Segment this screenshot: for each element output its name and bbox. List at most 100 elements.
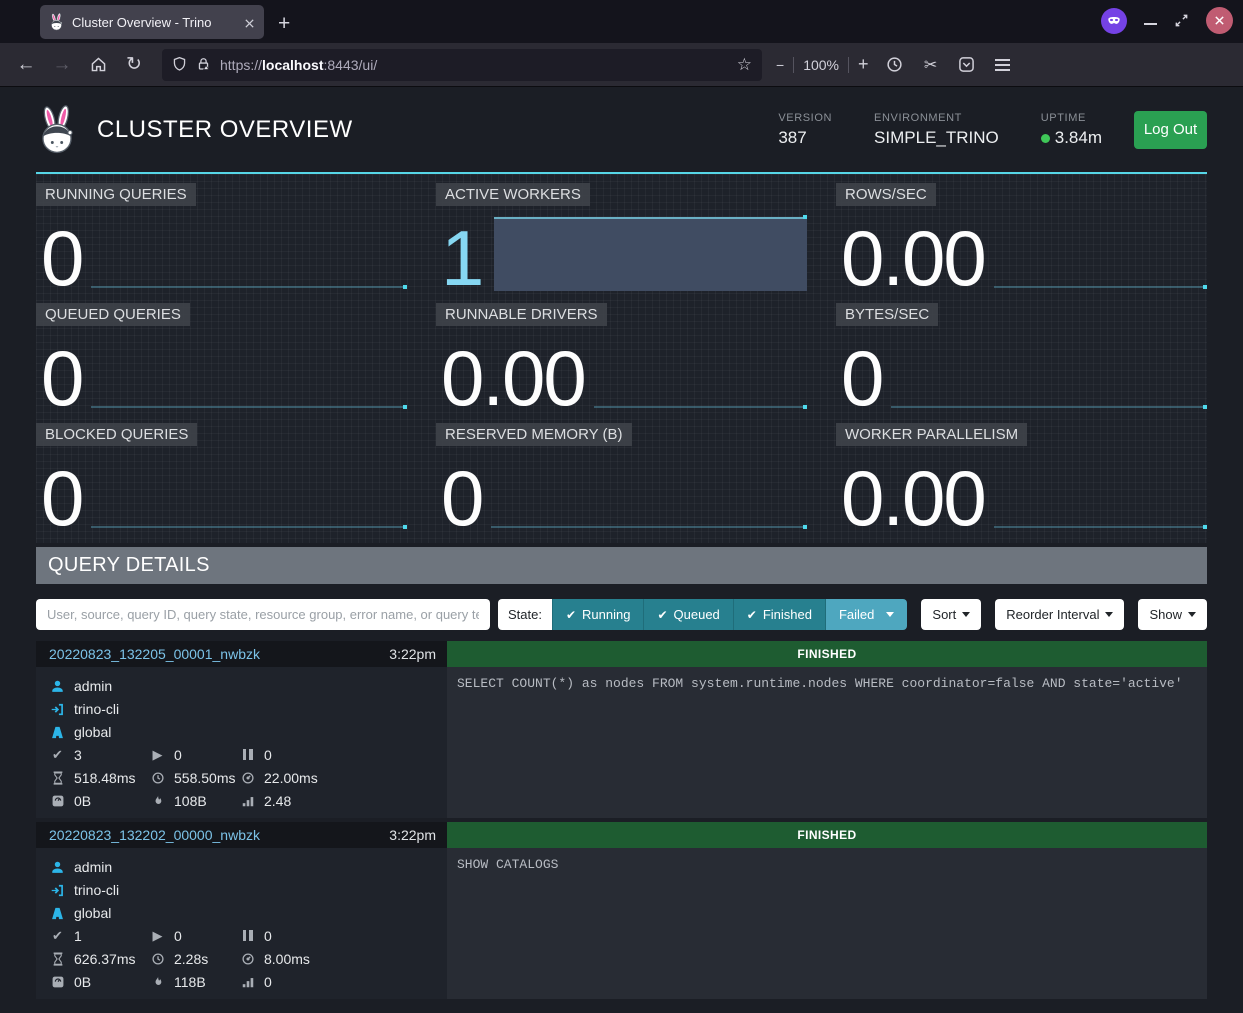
- screenshot-extension-icon[interactable]: ✂: [915, 50, 947, 80]
- trino-favicon: [49, 13, 64, 31]
- window-controls: [1101, 7, 1233, 34]
- environment-value: SIMPLE_TRINO: [874, 128, 999, 148]
- query-id-link[interactable]: 20220823_132202_00000_nwbzk: [49, 827, 260, 843]
- query-sql-text: SHOW CATALOGS: [447, 848, 1207, 999]
- forward-icon[interactable]: →: [46, 50, 78, 80]
- query-time: 3:22pm: [389, 646, 436, 662]
- query-details-header: QUERY DETAILS: [36, 547, 1207, 584]
- uptime-value: 3.84m: [1041, 128, 1102, 148]
- queued-splits-icon: [240, 749, 255, 760]
- query-row: 20220823_132202_00000_nwbzk 3:22pm FINIS…: [36, 822, 1207, 999]
- resource-group-icon: [50, 723, 65, 739]
- chevron-down-icon: [1188, 612, 1196, 617]
- metric-rows-sec: 0.00 ROWS/SEC: [836, 183, 1207, 293]
- elapsed-time-icon: [150, 951, 165, 967]
- query-time: 3:22pm: [389, 827, 436, 843]
- metric-bytes-sec: 0 BYTES/SEC: [836, 303, 1207, 413]
- sparkline: [91, 526, 407, 528]
- minimize-button[interactable]: [1144, 12, 1157, 30]
- queued-time-icon: [50, 770, 65, 786]
- private-browsing-icon: [1101, 8, 1127, 34]
- chevron-down-icon: [1105, 612, 1113, 617]
- metric-active-workers: 1 ACTIVE WORKERS: [436, 183, 807, 293]
- app-header: CLUSTER OVERVIEW VERSION 387 ENVIRONMENT…: [36, 87, 1207, 174]
- query-sql-text: SELECT COUNT(*) as nodes FROM system.run…: [447, 667, 1207, 818]
- check-icon: ✔: [747, 608, 757, 622]
- search-input[interactable]: [36, 599, 490, 630]
- query-status-badge: FINISHED: [447, 822, 1207, 848]
- uptime-label: UPTIME: [1041, 112, 1102, 124]
- new-tab-button[interactable]: +: [278, 13, 290, 34]
- version-label: VERSION: [778, 112, 832, 124]
- metric-worker-parallelism: 0.00 WORKER PARALLELISM: [836, 423, 1207, 533]
- show-dropdown[interactable]: Show: [1138, 599, 1207, 630]
- home-icon[interactable]: [82, 50, 114, 80]
- parallelism-icon: [240, 974, 255, 990]
- reorder-interval-dropdown[interactable]: Reorder Interval: [995, 599, 1124, 630]
- history-icon[interactable]: [879, 50, 911, 80]
- chevron-down-icon: [886, 612, 894, 617]
- sort-dropdown[interactable]: Sort: [921, 599, 981, 630]
- zoom-in-button[interactable]: +: [858, 54, 869, 75]
- zoom-controls: − 100% +: [776, 54, 869, 75]
- pocket-icon[interactable]: [951, 50, 983, 80]
- parallelism-icon: [240, 793, 255, 809]
- url-text: https://localhost:8443/ui/: [220, 57, 728, 73]
- shield-icon[interactable]: [172, 56, 187, 74]
- user-icon: [50, 677, 65, 693]
- browser-titlebar: Cluster Overview - Trino +: [0, 0, 1243, 43]
- sparkline: [91, 286, 407, 288]
- running-splits-icon: ▶: [150, 928, 165, 944]
- back-icon[interactable]: ←: [10, 50, 42, 80]
- cluster-meta: VERSION 387 ENVIRONMENT SIMPLE_TRINO UPT…: [778, 112, 1102, 148]
- zoom-level[interactable]: 100%: [803, 57, 839, 73]
- source-icon: [50, 881, 65, 897]
- sparkline: [891, 406, 1207, 408]
- running-splits-icon: ▶: [150, 747, 165, 763]
- close-window-button[interactable]: [1206, 7, 1233, 34]
- query-toolbar: State: ✔Running ✔Queued ✔Finished Failed…: [36, 599, 1207, 630]
- cpu-time-icon: [240, 951, 255, 967]
- source-icon: [50, 700, 65, 716]
- metric-blocked-queries: 0 BLOCKED QUERIES: [36, 423, 407, 533]
- url-bar[interactable]: https://localhost:8443/ui/ ☆: [162, 49, 762, 81]
- query-status-badge: FINISHED: [447, 641, 1207, 667]
- completed-splits-icon: ✔: [50, 747, 65, 763]
- resource-group-icon: [50, 904, 65, 920]
- sparkline: [994, 526, 1207, 528]
- trino-ui: CLUSTER OVERVIEW VERSION 387 ENVIRONMENT…: [0, 87, 1243, 1013]
- current-memory-icon: [50, 974, 65, 990]
- query-row: 20220823_132205_00001_nwbzk 3:22pm FINIS…: [36, 641, 1207, 818]
- page-title: CLUSTER OVERVIEW: [97, 116, 778, 144]
- restore-button[interactable]: [1174, 12, 1189, 30]
- query-meta: admin trino-cli global ✔3 ▶0 0 518.48ms …: [36, 667, 447, 818]
- query-id-link[interactable]: 20220823_132205_00001_nwbzk: [49, 646, 260, 662]
- sparkline: [994, 286, 1207, 288]
- bookmark-star-icon[interactable]: ☆: [737, 55, 752, 75]
- state-queued-button[interactable]: ✔Queued: [643, 599, 732, 630]
- sparkline: [594, 406, 807, 408]
- cumulative-memory-icon: [150, 974, 165, 990]
- sparkline-area: [494, 217, 807, 291]
- browser-tab[interactable]: Cluster Overview - Trino: [40, 5, 264, 39]
- state-running-button[interactable]: ✔Running: [552, 599, 644, 630]
- metric-queued-queries: 0 QUEUED QUERIES: [36, 303, 407, 413]
- state-finished-button[interactable]: ✔Finished: [733, 599, 825, 630]
- zoom-out-button[interactable]: −: [776, 57, 784, 73]
- user-icon: [50, 858, 65, 874]
- metric-reserved-memory: 0 RESERVED MEMORY (B): [436, 423, 807, 533]
- tab-title: Cluster Overview - Trino: [72, 15, 236, 30]
- metric-running-queries: 0 RUNNING QUERIES: [36, 183, 407, 293]
- menu-icon[interactable]: [987, 50, 1019, 80]
- check-icon: ✔: [566, 608, 576, 622]
- trino-logo: [36, 105, 78, 155]
- logout-button[interactable]: Log Out: [1134, 111, 1207, 149]
- reload-icon[interactable]: ↻: [118, 50, 150, 80]
- queued-time-icon: [50, 951, 65, 967]
- elapsed-time-icon: [150, 770, 165, 786]
- current-memory-icon: [50, 793, 65, 809]
- tab-close-icon[interactable]: [244, 15, 255, 28]
- environment-label: ENVIRONMENT: [874, 112, 999, 124]
- state-failed-dropdown[interactable]: Failed: [825, 599, 907, 630]
- lock-warning-icon[interactable]: [196, 56, 211, 74]
